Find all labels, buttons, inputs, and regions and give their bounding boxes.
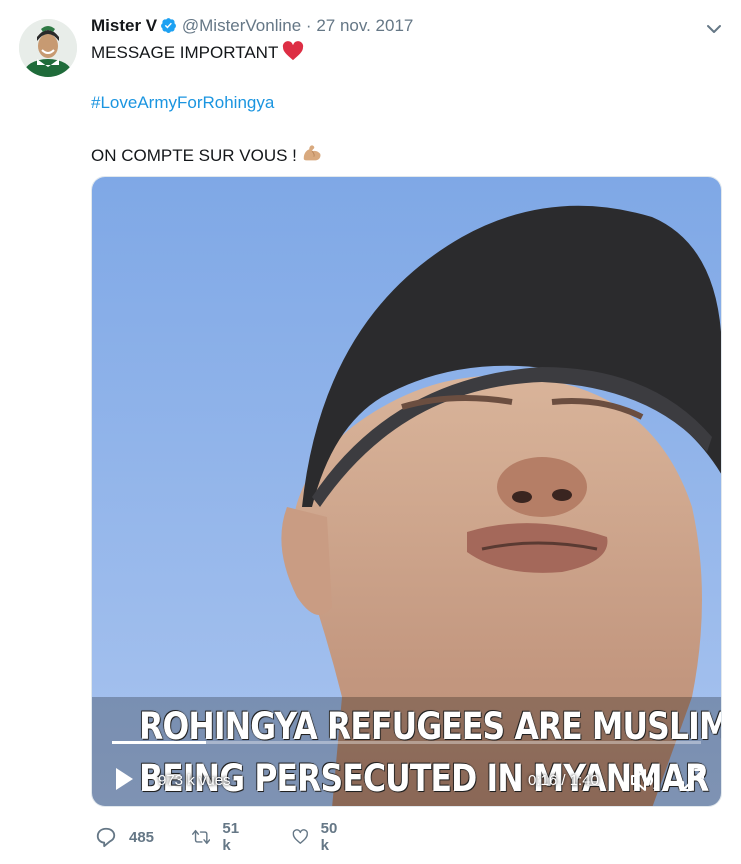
handle[interactable]: @MisterVonline	[182, 16, 301, 35]
like-count: 50 k	[320, 820, 338, 854]
view-count: 973 k vues	[158, 772, 231, 789]
reply-button[interactable]: 485	[95, 824, 154, 850]
volume-icon[interactable]	[630, 767, 660, 793]
tweet-date[interactable]: 27 nov. 2017	[316, 16, 413, 35]
play-icon[interactable]	[114, 767, 134, 791]
tweet-text-line1: MESSAGE IMPORTANT	[91, 41, 304, 67]
red-heart-icon	[282, 41, 304, 67]
retweet-button[interactable]: 51 k	[192, 820, 245, 854]
verified-badge-icon	[160, 17, 177, 40]
video-time: 0:16 / 1:40	[528, 772, 599, 789]
separator: ·	[305, 16, 312, 35]
tweet: Mister V @MisterVonline · 27 nov. 2017 M…	[0, 0, 741, 864]
avatar[interactable]	[19, 19, 77, 77]
like-icon	[292, 829, 308, 844]
fullscreen-icon[interactable]	[680, 767, 706, 793]
chevron-down-icon[interactable]	[705, 20, 723, 38]
progress-fill	[112, 741, 207, 744]
reply-icon	[96, 827, 116, 848]
call-text: ON COMPTE SUR VOUS !	[91, 146, 297, 165]
progress-bar[interactable]	[112, 741, 701, 744]
reply-count: 485	[129, 828, 155, 846]
message-text: MESSAGE IMPORTANT	[91, 43, 279, 62]
like-button[interactable]: 50 k	[292, 820, 343, 854]
display-name[interactable]: Mister V	[91, 16, 157, 35]
retweet-count: 51 k	[222, 820, 240, 854]
tweet-text-line3: ON COMPTE SUR VOUS !	[91, 142, 323, 170]
retweet-icon	[192, 829, 211, 845]
hashtag-link[interactable]: #LoveArmyForRohingya	[91, 92, 274, 114]
video-player[interactable]: ROHINGYA REFUGEES ARE MUSLIMS WHO ARE BE…	[91, 176, 722, 807]
flexed-biceps-icon	[301, 142, 323, 170]
tweet-header: Mister V @MisterVonline · 27 nov. 2017	[91, 15, 413, 40]
